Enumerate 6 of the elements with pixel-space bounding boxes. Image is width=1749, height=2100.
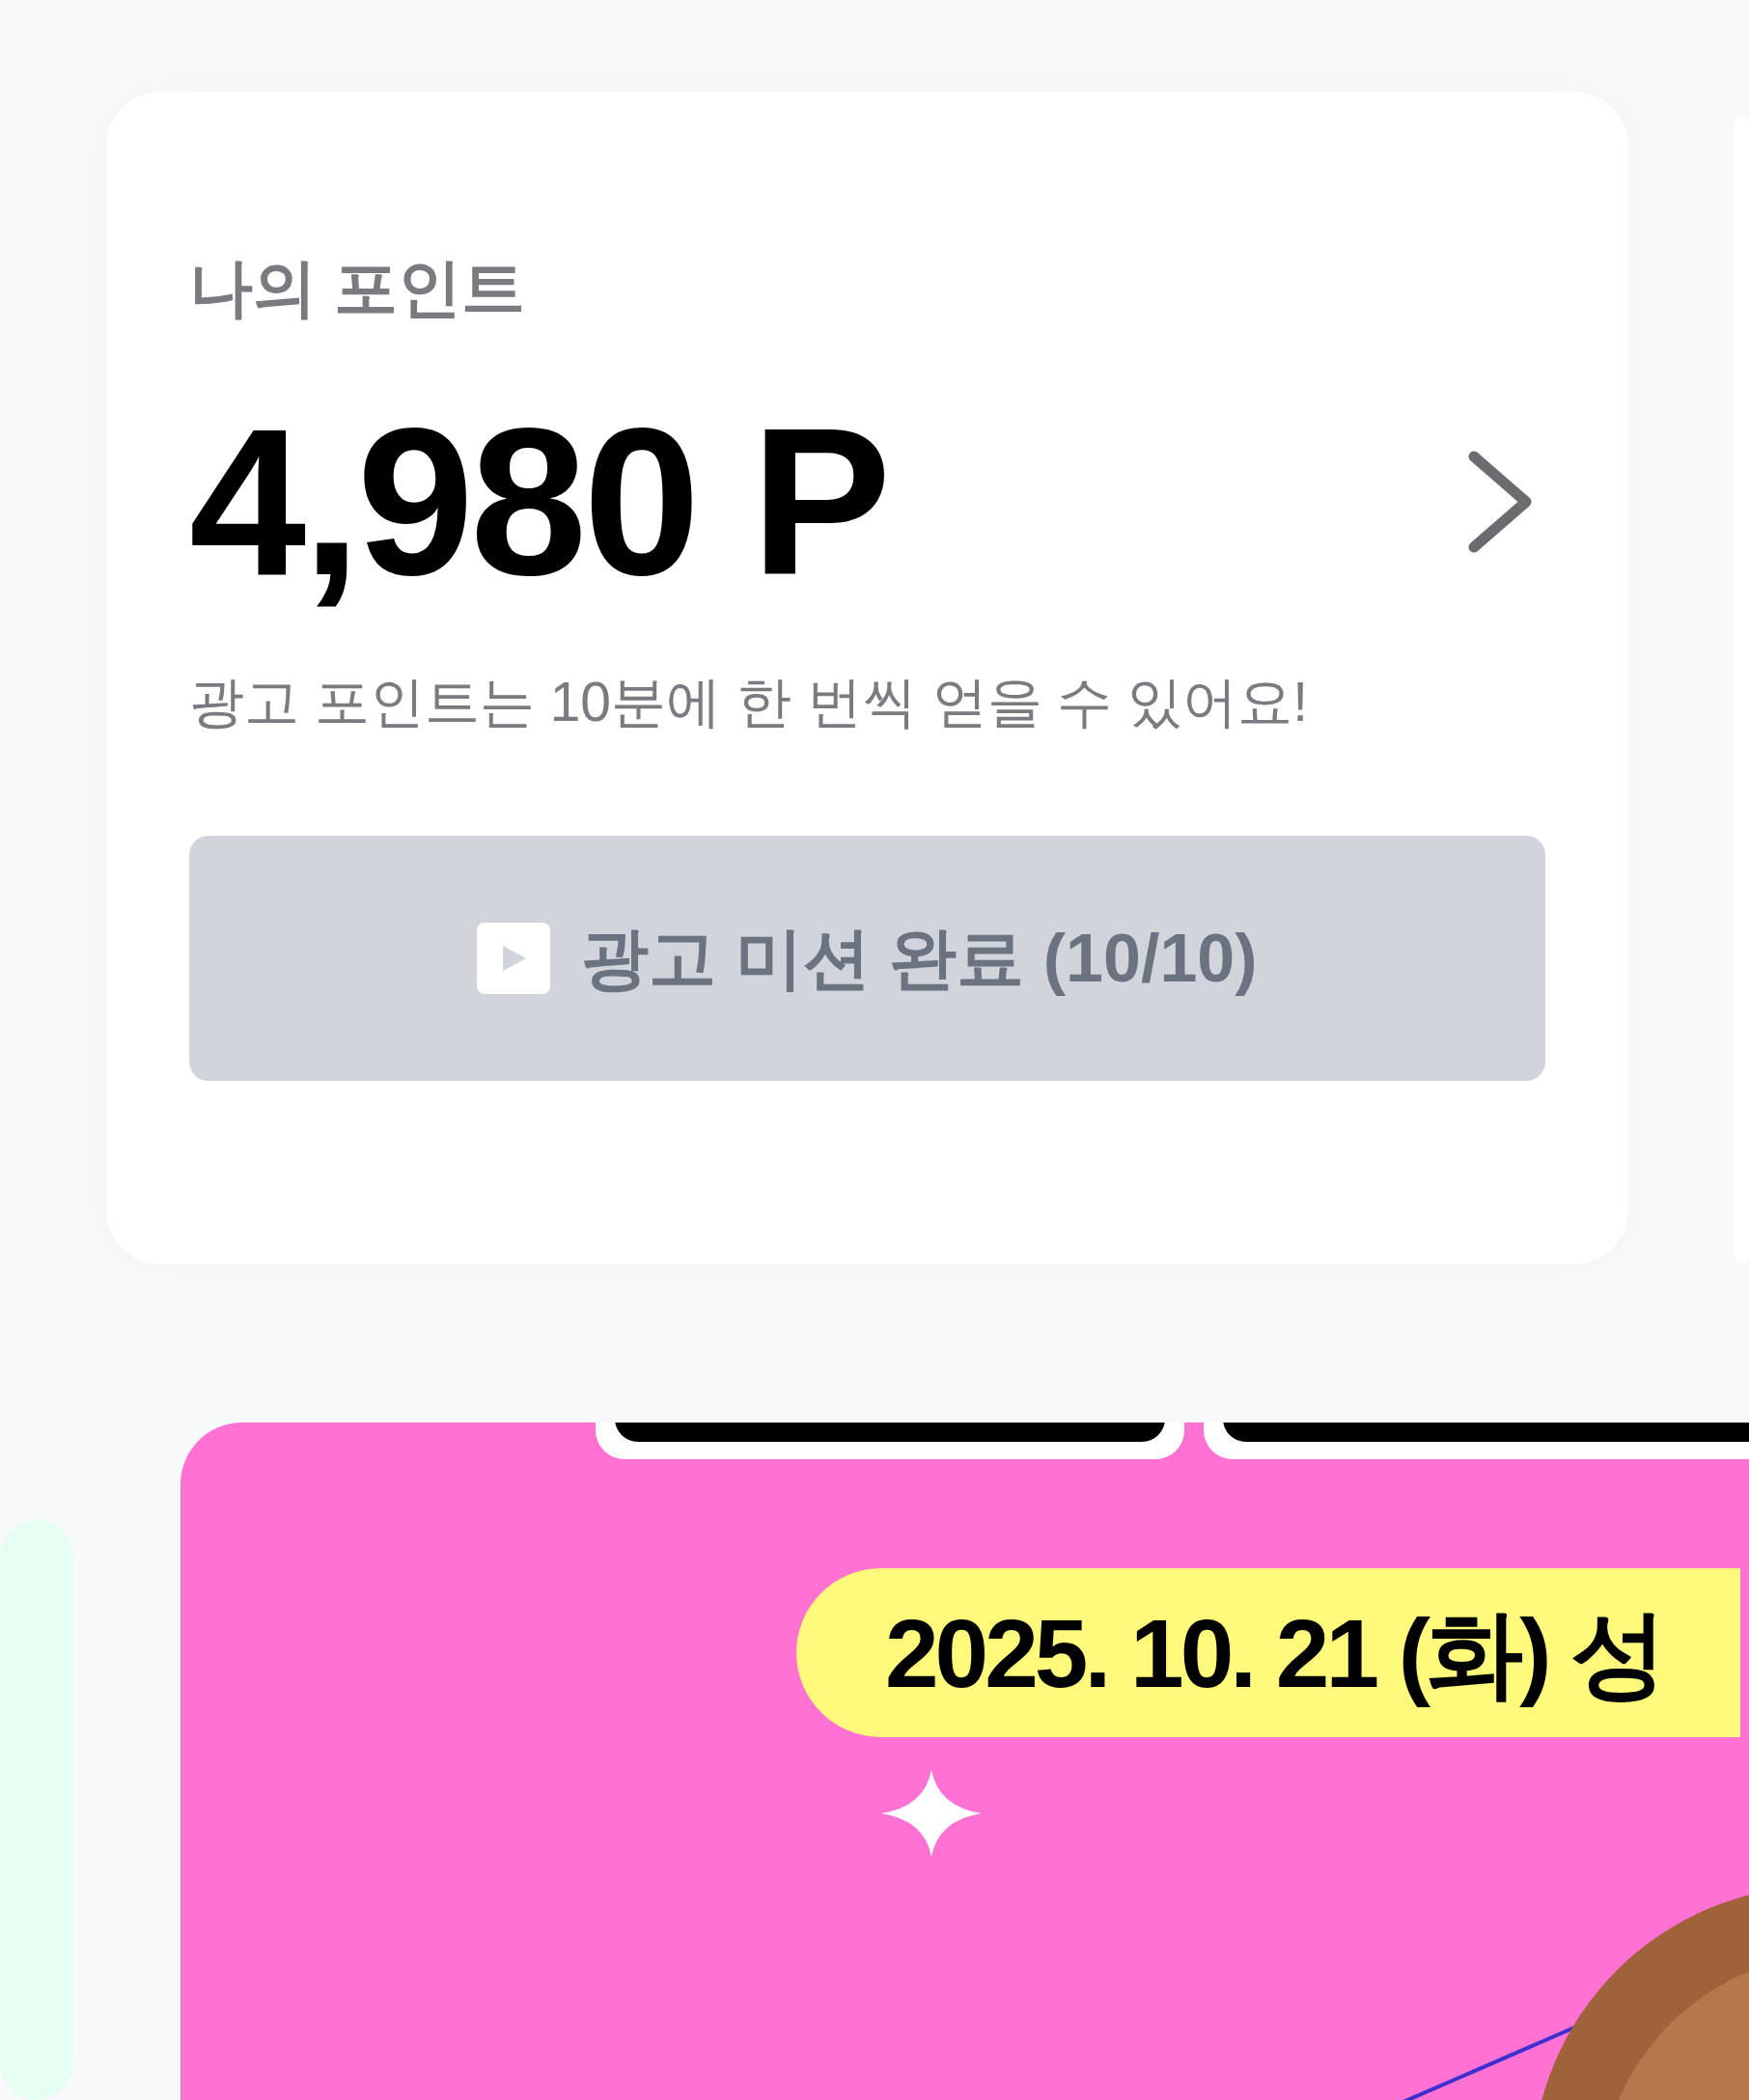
points-amount: 4,980 P [189, 397, 888, 607]
points-note: 광고 포인트는 10분에 한 번씩 얻을 수 있어요! [189, 675, 1310, 730]
points-title: 나의 포인트 [189, 256, 527, 319]
play-icon [477, 923, 551, 994]
date-tag: 2025. 10. 21 (화) 성 [796, 1568, 1741, 1737]
chevron-right-icon[interactable] [1466, 449, 1534, 555]
